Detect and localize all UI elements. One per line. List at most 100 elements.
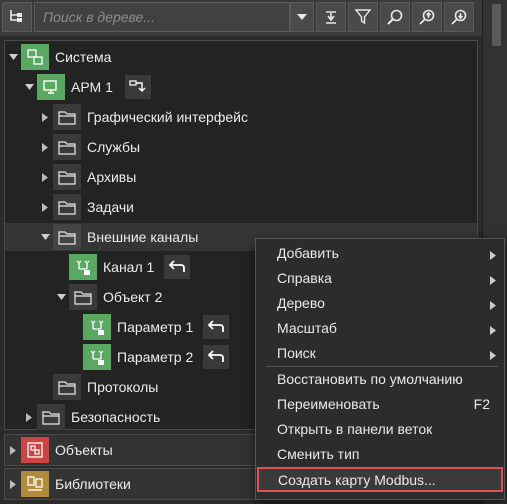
submenu-arrow-icon [490,272,496,288]
menu-item-rename[interactable]: Переименовать F2 [256,391,504,416]
tree-node-tasks[interactable]: Задачи [39,193,134,221]
section-label: Объекты [55,442,113,458]
collapsed-arrow-icon[interactable] [7,445,19,455]
folder-icon [69,284,97,310]
menu-item-open-in-panel[interactable]: Открыть в панели веток [256,416,504,441]
menu-item-label: Восстановить по умолчанию [277,370,463,387]
menu-item-label: Переименовать [277,395,380,412]
tree-node-object-2[interactable]: Объект 2 [55,283,162,311]
menu-item-label: Создать карту Modbus... [278,471,436,488]
tree-node-gui[interactable]: Графический интерфейс [39,103,248,131]
undo-arrow-icon [207,350,225,362]
parameter-icon [83,344,111,370]
menu-item-restore-default[interactable]: Восстановить по умолчанию [256,366,504,391]
workstation-icon [37,74,65,100]
tree-node-parameter-1[interactable]: Параметр 1 [69,313,230,341]
expanded-arrow-icon[interactable] [55,294,67,300]
section-label: Библиотеки [55,476,131,492]
tree-node-label: АРМ 1 [71,79,113,95]
find-next-button[interactable] [444,2,474,32]
scrollbar-thumb[interactable] [492,4,501,46]
collapsed-arrow-icon[interactable] [23,412,35,422]
tree-node-label: Объект 2 [103,289,163,305]
tree-node-arm[interactable]: АРМ 1 [23,73,151,101]
channel-icon [69,254,97,280]
search-icon [387,9,403,25]
expanded-arrow-icon[interactable] [23,84,35,90]
search-up-icon [419,9,435,25]
search-down-icon [451,9,467,25]
tree-node-label: Графический интерфейс [87,109,248,125]
tree-node-label: Службы [87,139,141,155]
folder-icon [53,104,81,130]
menu-item-create-modbus-map[interactable]: Создать карту Modbus... [257,467,503,492]
return-action-button[interactable] [203,345,230,369]
tree-node-label: Параметр 1 [117,319,194,335]
expanded-arrow-icon[interactable] [39,234,51,240]
menu-item-label: Добавить [277,244,339,261]
collapsed-arrow-icon[interactable] [39,112,51,122]
collapsed-arrow-icon[interactable] [39,172,51,182]
tree-node-label: Канал 1 [103,259,155,275]
tree-node-label: Система [55,49,112,65]
filter-icon [354,9,372,25]
toolbar [0,0,507,36]
tree-node-label: Архивы [87,169,137,185]
menu-item-label: Справка [277,269,332,286]
menu-item-label: Масштаб [277,319,337,336]
folder-icon [53,164,81,190]
collapsed-arrow-icon[interactable] [39,202,51,212]
search-dropdown-button[interactable] [290,2,314,32]
return-action-button[interactable] [203,315,230,339]
collapse-down-icon [326,11,336,24]
collapsed-arrow-icon[interactable] [39,142,51,152]
collapsed-arrow-icon[interactable] [7,479,19,489]
tree-node-protocols[interactable]: Протоколы [39,373,158,401]
context-menu: Добавить Справка Дерево Масштаб Поиск Во… [255,238,505,500]
tree-node-label: Задачи [87,199,135,215]
menu-item-search[interactable]: Поиск [256,340,504,365]
folder-icon [53,374,81,400]
objects-icon [21,437,49,463]
submenu-arrow-icon [490,297,496,313]
tree-node-parameter-2[interactable]: Параметр 2 [69,343,230,371]
search-input[interactable] [34,2,290,32]
folder-icon [37,404,65,430]
submenu-arrow-icon [490,322,496,338]
undo-arrow-icon [169,260,186,272]
tree-node-label: Параметр 2 [117,349,194,365]
folder-icon [53,134,81,160]
menu-item-add[interactable]: Добавить [256,240,504,265]
submenu-arrow-icon [490,347,496,363]
tree-node-security[interactable]: Безопасность [23,403,160,431]
filter-button[interactable] [348,2,378,32]
tree-node-services[interactable]: Службы [39,133,140,161]
link-action-button[interactable] [124,75,151,99]
expanded-arrow-icon[interactable] [7,54,19,60]
system-icon [21,44,49,70]
link-down-icon [129,80,146,92]
parameter-icon [83,314,111,340]
menu-item-label: Сменить тип [277,445,360,462]
tree-structure-icon [10,10,22,22]
shortcut-label: F2 [473,395,490,412]
return-action-button[interactable] [164,255,191,279]
chevron-down-icon [297,14,307,20]
tree-node-archives[interactable]: Архивы [39,163,136,191]
menu-item-scale[interactable]: Масштаб [256,315,504,340]
find-button[interactable] [380,2,410,32]
menu-item-help[interactable]: Справка [256,265,504,290]
folder-icon [53,224,81,250]
expand-all-button[interactable] [316,2,346,32]
tree-node-label: Протоколы [87,379,159,395]
tree-node-label: Внешние каналы [87,229,199,245]
menu-item-tree[interactable]: Дерево [256,290,504,315]
menu-item-label: Поиск [277,344,316,361]
find-previous-button[interactable] [412,2,442,32]
folder-icon [53,194,81,220]
tree-structure-button[interactable] [2,2,32,32]
menu-item-change-type[interactable]: Сменить тип [256,441,504,466]
tree-node-system[interactable]: Система [7,43,111,71]
submenu-arrow-icon [490,247,496,263]
tree-node-channel-1[interactable]: Канал 1 [55,253,191,281]
